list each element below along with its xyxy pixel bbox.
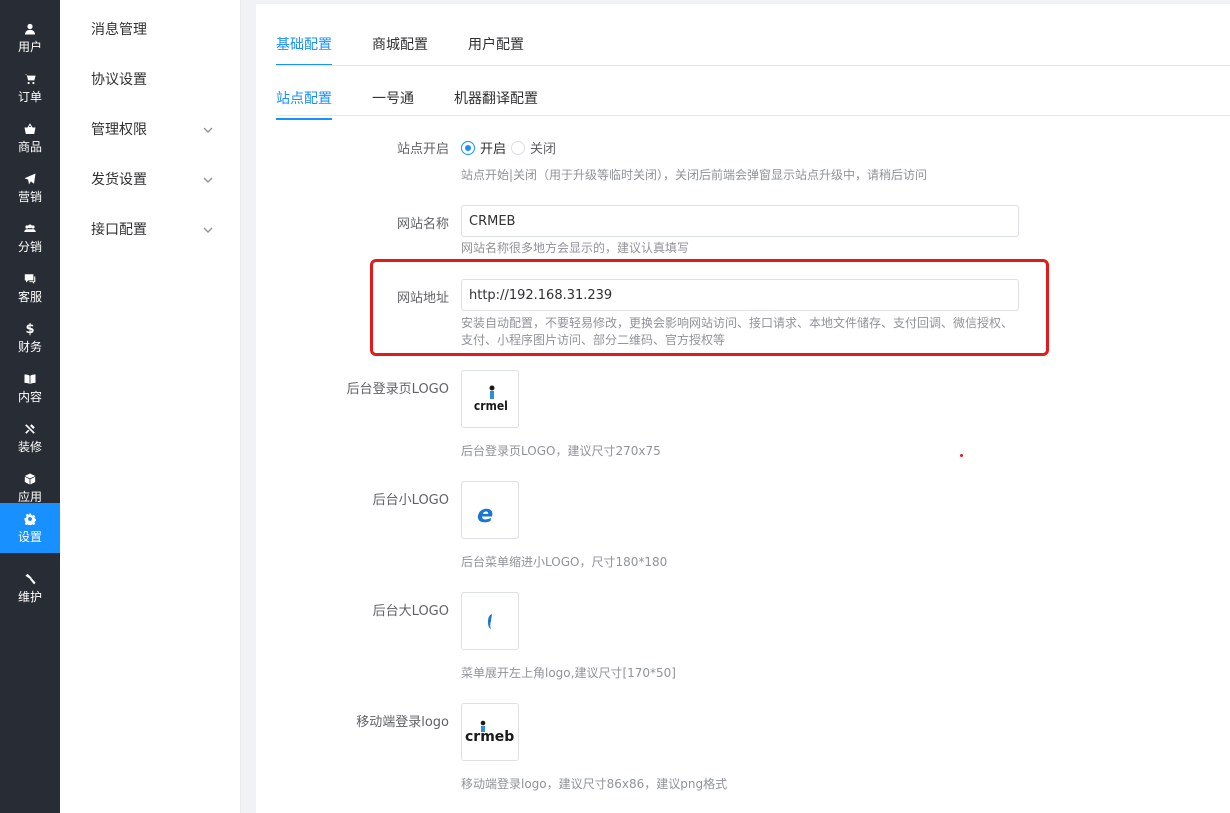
admin-login-logo-label: 后台登录页LOGO [346,382,449,397]
admin-small-logo-upload[interactable]: e [461,481,519,539]
mobile-login-logo-label: 移动端登录logo [356,715,449,730]
radio-checked-icon [461,140,475,155]
sidebar-label: 营销 [17,190,42,204]
admin-small-logo-label: 后台小LOGO [372,493,449,508]
site-name-label: 网站名称 [396,217,449,232]
sidebar-item-user[interactable]: 用户 [0,13,60,63]
sidebar-item-product[interactable]: 商品 [0,113,60,163]
tab-basic-config[interactable]: 基础配置 [276,34,332,66]
submenu-item-label: 协议设置 [91,72,147,88]
sidebar-item-distribution[interactable]: 分销 [0,213,60,263]
site-url-input[interactable] [461,279,1019,311]
radio-label: 关闭 [530,142,557,157]
sidebar-label: 应用 [17,490,42,504]
sidebar-item-marketing[interactable]: 营销 [0,163,60,213]
site-open-label: 站点开启 [396,142,449,157]
site-url-help-line2: 支付、小程序图片访问、部分二维码、官方授权等 [461,333,726,347]
submenu-item-permissions[interactable]: 管理权限 [60,104,241,154]
sidebar-item-content[interactable]: 内容 [0,363,60,413]
sidebar-item-maintenance[interactable]: 维护 [0,563,60,613]
top-tabs: 基础配置 商城配置 用户配置 [276,34,564,66]
radio-unchecked-icon [511,140,525,155]
hammer-icon [23,572,37,586]
submenu-item-api-config[interactable]: 接口配置 [60,204,241,254]
sidebar-label: 装修 [17,440,42,454]
send-icon [23,172,37,186]
sidebar-item-settings[interactable]: 设置 [0,503,60,553]
site-name-help: 网站名称很多地方会显示的，建议认真填写 [461,241,690,255]
site-url-help-line1: 安装自动配置，不要轻易修改，更换会影响网站访问、接口请求、本地文件储存、支付回调… [461,316,1014,330]
e-logo-image: e [477,500,493,526]
site-open-radio-on[interactable]: 开启 [461,138,506,157]
radio-label: 开启 [480,142,507,157]
mobile-login-logo-upload[interactable]: crmeb [461,703,519,761]
submenu-item-agreements[interactable]: 协议设置 [60,54,241,104]
tab-mall-config[interactable]: 商城配置 [372,34,428,66]
admin-big-logo-upload[interactable] [461,592,519,650]
user-icon [23,22,37,36]
sidebar-label: 订单 [17,90,42,104]
chevron-down-icon [203,123,213,133]
group-icon [23,222,37,236]
crmeb-wordmark-image: crmeb [465,720,514,745]
submenu-item-label: 接口配置 [91,222,147,238]
submenu-item-messages[interactable]: 消息管理 [60,4,241,54]
dollar-icon: $ [25,321,35,337]
cursor-dot [960,454,963,457]
sidebar-label: 用户 [17,40,42,54]
submenu-item-shipping[interactable]: 发货设置 [60,154,241,204]
submenu-item-label: 消息管理 [91,22,147,38]
mobile-login-logo-help: 移动端登录logo，建议尺寸86x86，建议png格式 [461,777,728,791]
svg-text:e: e [477,500,493,526]
sidebar-label: 商品 [17,140,42,154]
chat-icon [23,272,37,286]
main-panel: 基础配置 商城配置 用户配置 站点配置 一号通 机器翻译配置 站点开启 开启 关… [256,4,1230,813]
admin-big-logo-help: 菜单展开左上角logo,建议尺寸[170*50] [461,666,676,680]
cube-icon [23,472,37,486]
big-logo-image [488,614,492,629]
sidebar-label: 设置 [17,530,42,544]
book-icon [23,372,37,386]
site-open-radio-off[interactable]: 关闭 [511,138,556,157]
svg-text:crmeb: crmeb [465,729,514,745]
admin-login-logo-upload[interactable]: crmeb [461,370,519,428]
sidebar-label: 财务 [17,340,42,354]
tab-user-config[interactable]: 用户配置 [468,34,524,66]
basket-icon [23,122,37,136]
gear-icon [23,512,37,526]
main-sidebar: 用户 订单 商品 营销 分销 客服 $ 财务 内容 装修 应用 设置 维护 [0,0,60,813]
sidebar-label: 内容 [17,390,42,404]
sidebar-item-service[interactable]: 客服 [0,263,60,313]
sidebar-item-decoration[interactable]: 装修 [0,413,60,463]
sidebar-item-finance[interactable]: $ 财务 [0,313,60,363]
crmeb-logo-image: crmeb [474,385,507,413]
site-open-help: 站点开始|关闭（用于升级等临时关闭），关闭后前端会弹窗显示站点升级中，请稍后访问 [461,168,928,182]
chevron-down-icon [203,223,213,233]
settings-submenu: 消息管理 协议设置 管理权限 发货设置 接口配置 [60,0,241,813]
subtabs-divider [276,115,1230,116]
submenu-item-label: 管理权限 [91,122,147,138]
svg-text:crmeb: crmeb [474,398,507,413]
admin-login-logo-help: 后台登录页LOGO，建议尺寸270x75 [461,444,661,458]
tabs-divider [276,65,1230,66]
sidebar-item-order[interactable]: 订单 [0,63,60,113]
site-url-label: 网站地址 [396,291,449,306]
cart-icon [23,72,37,86]
admin-big-logo-label: 后台大LOGO [372,604,449,619]
site-name-input[interactable] [461,205,1019,237]
sidebar-label: 客服 [17,290,42,304]
sidebar-label: 维护 [17,590,42,604]
submenu-item-label: 发货设置 [91,172,147,188]
tools-icon [23,422,37,436]
sidebar-label: 分销 [17,240,42,254]
admin-small-logo-help: 后台菜单缩进小LOGO，尺寸180*180 [461,555,668,569]
chevron-down-icon [203,173,213,183]
